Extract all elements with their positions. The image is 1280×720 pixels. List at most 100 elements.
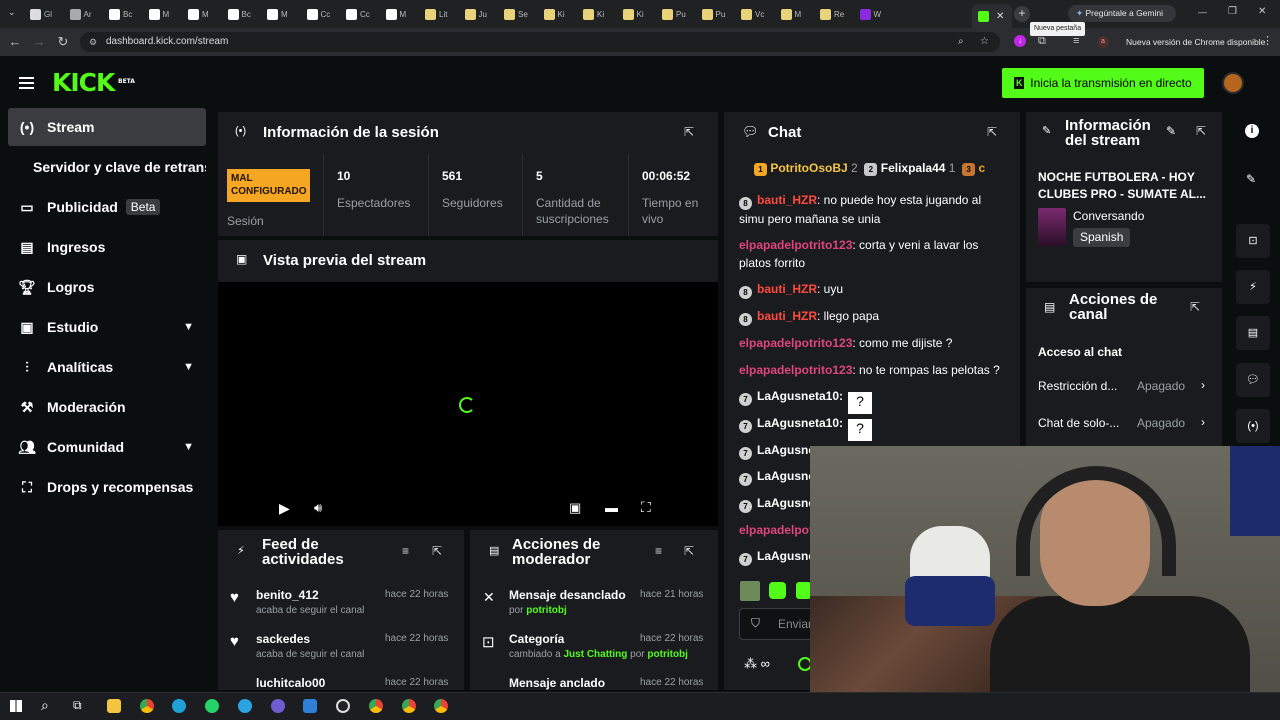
windows-start-icon[interactable] [10, 700, 22, 712]
popout-icon[interactable]: ⇱ [684, 125, 694, 139]
reload-icon[interactable]: ↻ [55, 34, 71, 50]
chat-username[interactable]: bauti_HZR [757, 309, 817, 323]
sidebar-item-stream[interactable]: (•) Stream [8, 108, 206, 146]
bookmark-star-icon[interactable]: ☆ [980, 32, 989, 52]
browser-tab[interactable]: Ki [622, 5, 644, 23]
browser-tab[interactable]: M [267, 5, 288, 23]
telegram-taskbar-icon[interactable] [238, 699, 252, 713]
feed-user[interactable]: sackedes [256, 632, 310, 646]
popout-icon[interactable]: ⇱ [432, 544, 442, 558]
browser-tab[interactable]: Cc [306, 5, 330, 23]
restriction-row[interactable]: Restricción d... Apagado › [1038, 378, 1214, 397]
miniplayer-icon[interactable]: ▣ [569, 500, 581, 516]
user-avatar[interactable] [1222, 72, 1244, 94]
media-icon[interactable]: ≡ [1073, 35, 1079, 47]
play-icon[interactable]: ▶ [279, 500, 290, 517]
sidebar-item-analiticas[interactable]: ⫶ Analíticas ▼ [8, 348, 206, 386]
chat-bubble-icon[interactable]: 💬︎ [1236, 363, 1270, 397]
document-icon[interactable]: ▤ [1236, 316, 1270, 350]
discord-taskbar-icon[interactable] [271, 699, 285, 713]
category-thumbnail[interactable] [1038, 208, 1066, 246]
chrome-menu-icon[interactable]: ⋮ [1262, 34, 1273, 47]
popout-icon[interactable]: ⇱ [987, 125, 997, 139]
file-explorer-icon[interactable] [107, 699, 121, 713]
back-icon[interactable]: ← [7, 34, 23, 50]
minimize-icon[interactable]: — [1198, 7, 1207, 17]
chat-username[interactable]: bauti_HZR [757, 282, 817, 296]
kick-logo[interactable]: KICK BETA [52, 70, 135, 95]
chrome-taskbar-icon[interactable] [434, 699, 448, 713]
tab-list-chevron-icon[interactable]: ⌄ [8, 7, 16, 18]
profile-avatar[interactable]: a [1097, 36, 1109, 48]
mod-action-user[interactable]: potritobj [526, 605, 567, 616]
browser-tab[interactable]: Se [504, 5, 528, 23]
filter-icon[interactable]: ≡ [402, 544, 409, 558]
popout-icon[interactable]: ⇱ [1196, 124, 1206, 138]
browser-tab[interactable]: M [780, 5, 801, 23]
browser-tab[interactable]: Ki [543, 5, 565, 23]
mod-action-user[interactable]: potritobj [647, 649, 688, 660]
browser-tab[interactable]: Vc [741, 5, 764, 23]
chrome-taskbar-icon[interactable] [402, 699, 416, 713]
taskbar-search-icon[interactable]: ⌕ [41, 697, 49, 714]
volume-icon[interactable]: 🔊︎ [314, 500, 322, 516]
kick-emote-icon[interactable] [796, 582, 811, 599]
sidebar-item-publicidad[interactable]: ▭ Publicidad Beta [8, 188, 206, 226]
category-name[interactable]: Conversando [1073, 209, 1144, 223]
chat-username[interactable]: elpapadelpotrito123 [739, 363, 852, 377]
gemini-button[interactable]: ✦ Pregúntale a Gemini [1068, 5, 1176, 22]
top-supporter-name[interactable]: c [979, 161, 986, 175]
points-icon[interactable]: ⁂ ∞ [744, 656, 770, 672]
task-view-icon[interactable]: ⧉ [73, 698, 82, 713]
close-window-icon[interactable]: ✕ [1258, 6, 1266, 17]
extensions-puzzle-icon[interactable]: ⧉ [1038, 35, 1046, 48]
browser-tab[interactable]: M [188, 5, 209, 23]
browser-tab[interactable]: M [385, 5, 406, 23]
address-bar[interactable]: ⚙ dashboard.kick.com/stream ⌕ ☆ [80, 32, 1000, 52]
extension-download-icon[interactable]: ↓ [1014, 35, 1026, 47]
edge-taskbar-icon[interactable] [172, 699, 186, 713]
kick-emote-icon[interactable] [769, 582, 786, 599]
edit-layout-icon[interactable]: ✎ [1246, 172, 1256, 186]
broadcast-icon[interactable]: (•) [1236, 409, 1270, 443]
mod-action-category[interactable]: Just Chatting [563, 649, 627, 660]
sidebar-item-drops[interactable]: ⛶ Drops y recompensas [8, 468, 206, 506]
chrome-taskbar-icon[interactable] [140, 699, 154, 713]
follower-only-row[interactable]: Chat de solo-... Apagado › [1038, 415, 1214, 434]
sidebar-item-server-key[interactable]: Servidor y clave de retransm [8, 148, 206, 186]
lightning-icon[interactable]: ⚡︎ [1236, 270, 1270, 304]
maximize-icon[interactable]: ❐ [1228, 6, 1237, 17]
go-live-button[interactable]: K Inicia la transmisión en directo [1002, 68, 1204, 98]
whatsapp-taskbar-icon[interactable] [205, 699, 219, 713]
chat-username[interactable]: LaAgusne [757, 549, 815, 563]
browser-tab[interactable]: Pu [701, 5, 725, 23]
sidebar-item-logros[interactable]: 🏆︎ Logros [8, 268, 206, 306]
sidebar-item-estudio[interactable]: ▣ Estudio ▼ [8, 308, 206, 346]
hamburger-menu-icon[interactable] [19, 77, 34, 89]
chat-username[interactable]: LaAgusne [757, 496, 815, 510]
browser-tab[interactable]: Bc [227, 5, 251, 23]
popout-icon[interactable]: ⇱ [684, 544, 694, 558]
new-tab-button[interactable]: + [1014, 6, 1030, 22]
browser-tab[interactable]: Pu [662, 5, 686, 23]
chat-username[interactable]: bauti_HZR [757, 193, 817, 207]
edit-icon[interactable]: ✎ [1166, 124, 1176, 138]
browser-tab[interactable]: M [148, 5, 169, 23]
tab-active-kick[interactable]: ✕ [972, 4, 1012, 28]
close-tab-icon[interactable]: ✕ [996, 11, 1004, 22]
filter-icon[interactable]: ≡ [655, 544, 662, 558]
browser-tab[interactable]: Gl [30, 5, 52, 23]
chat-username[interactable]: elpapadelpot [739, 523, 813, 537]
sidebar-item-moderacion[interactable]: ⚒ Moderación [8, 388, 206, 426]
browser-tab[interactable]: Ju [464, 5, 487, 23]
browser-tab[interactable]: Bc [109, 5, 132, 23]
site-info-icon[interactable]: ⚙ [89, 32, 97, 52]
info-icon[interactable]: i [1245, 124, 1259, 138]
chat-username[interactable]: elpapadelpotrito123 [739, 336, 852, 350]
chat-username[interactable]: LaAgusne [757, 469, 815, 483]
chrome-taskbar-icon[interactable] [369, 699, 383, 713]
chrome-update-text[interactable]: Nueva versión de Chrome disponible [1126, 37, 1265, 47]
browser-tab[interactable]: Cc [346, 5, 370, 23]
chat-username[interactable]: LaAgusneta10 [757, 416, 839, 430]
feed-user[interactable]: benito_412 [256, 588, 319, 602]
